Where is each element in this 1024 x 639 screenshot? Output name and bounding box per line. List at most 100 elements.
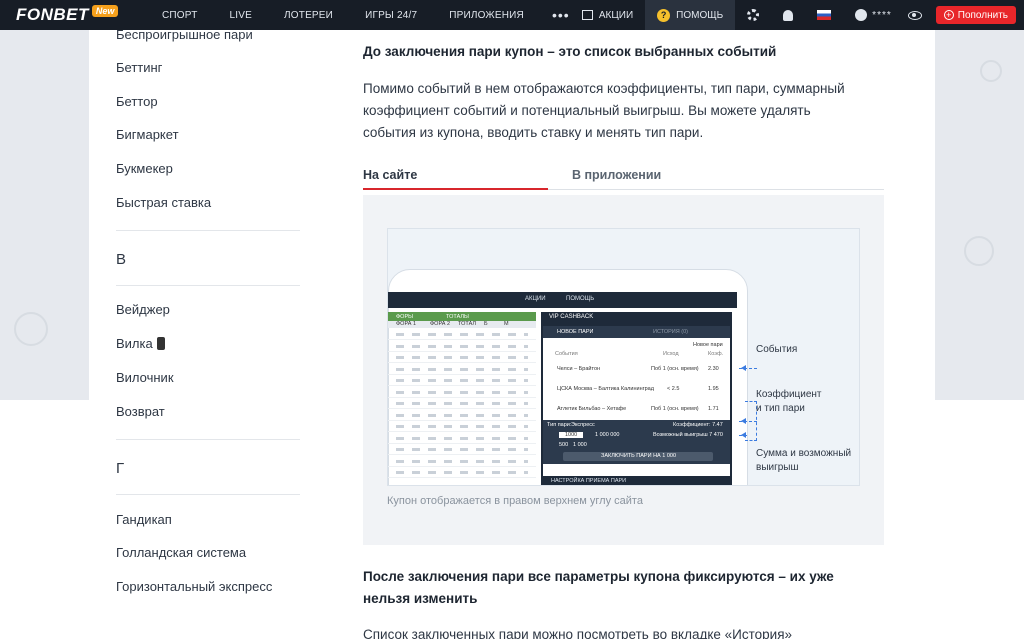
logo[interactable]: FONBET New (16, 5, 146, 25)
mock-col-head: ФОРЫ (396, 314, 413, 320)
account-button[interactable]: **** (843, 0, 904, 30)
glossary-item-fork[interactable]: Вилка (116, 336, 165, 351)
mock-coef: Коэффициент: 7.47 (673, 422, 723, 428)
mock-col-sub: М (504, 321, 509, 327)
glossary-item-label: Вилка (116, 336, 153, 351)
notifications-button[interactable] (771, 0, 805, 30)
mock-event: Челси – Брайтон (557, 366, 601, 372)
tab-website[interactable]: На сайте (363, 168, 417, 182)
mock-event: Атлетик Бильбао – Хетафе (557, 406, 627, 412)
figure-caption: Купон отображается в правом верхнем углу… (387, 495, 643, 507)
mock-col-sub: ФОРА 1 (396, 321, 417, 327)
mock-col-sub: Б (484, 321, 488, 327)
tab-app[interactable]: В приложении (572, 168, 661, 182)
help-button[interactable]: ? ПОМОЩЬ (645, 0, 736, 30)
mock-place-bet-button: ЗАКЛЮЧИТЬ ПАРИ НА 1 000 (563, 452, 713, 461)
glossary-item[interactable]: Голландская система (116, 545, 246, 560)
mock-odds-row (388, 444, 536, 455)
mock-bet-type: Экспресс (571, 422, 595, 428)
mock-odds-row (388, 398, 536, 409)
mock-odds-header: ФОРЫ ТОТАЛЫ (388, 312, 536, 321)
mock-quick: 500 (559, 442, 569, 448)
glossary-item[interactable]: Гандикап (116, 512, 172, 527)
glossary-item[interactable]: Букмекер (116, 161, 173, 176)
content-card: Беспроигрышное пари Беттинг Беттор Бигма… (89, 27, 935, 639)
nav-lotteries[interactable]: ЛОТЕРЕИ (268, 10, 349, 21)
mock-stake: 1000 (559, 432, 584, 438)
mock-odds-row (388, 421, 536, 432)
annotation-events: События (756, 344, 798, 355)
section-divider (116, 230, 300, 231)
letter-heading-g: Г (116, 460, 125, 477)
mock-settings: НАСТРОЙКА ПРИЕМА ПАРИ (551, 478, 627, 484)
mock-coupon-title: VIP CASHBACK (549, 314, 594, 320)
plus-icon: + (943, 10, 954, 20)
nav-games[interactable]: ИГРЫ 24/7 (349, 10, 433, 21)
logo-text: FONBET (16, 5, 89, 24)
article-heading-2: После заключения пари все параметры купо… (363, 569, 834, 584)
letter-heading-v: В (116, 251, 127, 268)
mock-header-bar: АКЦИИ ПОМОЩЬ (388, 292, 737, 308)
header-tools: АКЦИИ ? ПОМОЩЬ **** + Пополнить (570, 0, 1024, 30)
gear-icon (747, 9, 760, 21)
glossary-item[interactable]: Вилочник (116, 370, 174, 385)
annotation-arrow (739, 432, 747, 438)
mock-outcome: Поб 1 (осн. время) (651, 366, 699, 372)
section-divider (116, 439, 300, 440)
mock-col-sub: ТОТАЛ (458, 321, 476, 327)
mock-odds-row (388, 341, 536, 352)
nav-live[interactable]: LIVE (214, 10, 268, 21)
platform-tabs: На сайте В приложении (363, 163, 884, 190)
mock-outcome: < 2.5 (667, 386, 680, 392)
section-divider (116, 494, 300, 495)
coupon-screenshot: АКЦИИ ПОМОЩЬ ФОРЫ ТОТАЛЫ ФОРА 1 ФОРА 2 Т… (387, 228, 860, 486)
mock-place-label: ЗАКЛЮЧИТЬ ПАРИ НА 1 000 (601, 453, 676, 459)
user-icon (855, 9, 868, 21)
section-divider (116, 285, 300, 286)
mock-event: ЦСКА Москва – Балтика Калининград (557, 386, 654, 392)
promotions-button[interactable]: АКЦИИ (570, 0, 645, 30)
mock-quick: 1 000 (573, 442, 587, 448)
mock-odds-subheader: ФОРА 1 ФОРА 2 ТОТАЛ Б М (388, 321, 536, 328)
mock-odds-row (388, 375, 536, 386)
mock-help: ПОМОЩЬ (566, 296, 595, 302)
decor-ball (964, 236, 994, 266)
annotation-sum-line1: Сумма и возможный (756, 448, 852, 459)
mock-odds-row (388, 467, 536, 478)
paragraph-line: Помимо событий в нем отображаются коэффи… (363, 81, 845, 96)
mock-coupon-panel: НОВОЕ ПАРИ ИСТОРИЯ (0) Новое пари Событи… (543, 326, 730, 476)
decor-ring (980, 60, 1002, 82)
paragraph-line: события из купона, вводить ставку и меня… (363, 125, 704, 140)
mock-col: Коэф. (708, 351, 724, 357)
active-tab-indicator (363, 188, 548, 190)
mock-win: Возможный выигрыш 7 470 (653, 432, 723, 438)
deposit-button[interactable]: + Пополнить (935, 6, 1016, 24)
russia-flag-icon (817, 10, 832, 20)
language-button[interactable] (805, 0, 843, 30)
nav-apps[interactable]: ПРИЛОЖЕНИЯ (433, 10, 540, 21)
toggle-balance-button[interactable] (904, 0, 926, 30)
glossary-item[interactable]: Вейджер (116, 302, 170, 317)
glossary-item[interactable]: Горизонтальный экспресс (116, 579, 272, 594)
mock-col-head: ТОТАЛЫ (446, 314, 469, 320)
glossary-item[interactable]: Беттор (116, 94, 158, 109)
mock-col-sub: ФОРА 2 (430, 321, 451, 327)
mock-max: 1 000 000 (595, 432, 620, 438)
bell-icon (783, 9, 794, 21)
mock-tab: НОВОЕ ПАРИ (557, 329, 594, 335)
eye-icon (907, 10, 922, 20)
mock-odd: 1.71 (708, 406, 719, 412)
glossary-item[interactable]: Бигмаркет (116, 127, 179, 142)
nav-sport[interactable]: СПОРТ (146, 10, 214, 21)
annotation-coef-line1: Коэффициент (756, 389, 822, 400)
promotions-label: АКЦИИ (598, 9, 634, 21)
settings-button[interactable] (735, 0, 771, 30)
glossary-item[interactable]: Возврат (116, 404, 165, 419)
top-navigation-bar: FONBET New СПОРТ LIVE ЛОТЕРЕИ ИГРЫ 24/7 … (0, 0, 1024, 30)
mock-odds-row (388, 456, 536, 467)
glossary-item[interactable]: Быстрая ставка (116, 195, 211, 210)
mock-col: Исход (663, 351, 679, 357)
main-nav: СПОРТ LIVE ЛОТЕРЕИ ИГРЫ 24/7 ПРИЛОЖЕНИЯ … (146, 7, 582, 23)
glossary-item[interactable]: Беттинг (116, 60, 162, 75)
article-heading: До заключения пари купон – это список вы… (363, 44, 777, 59)
